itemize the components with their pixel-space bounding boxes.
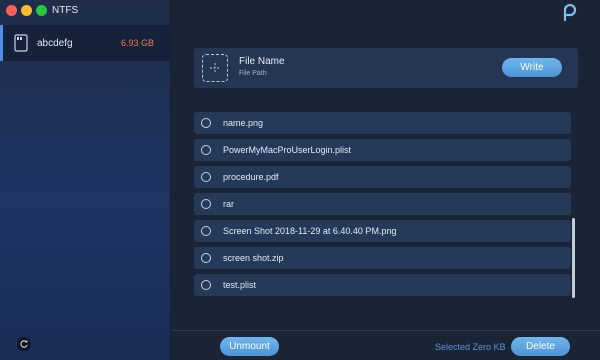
select-radio[interactable] — [201, 280, 211, 290]
drive-icon — [14, 34, 28, 52]
zoom-window-button[interactable] — [36, 5, 47, 16]
app-logo-icon[interactable] — [562, 4, 578, 22]
file-item-name: Screen Shot 2018-11-29 at 6.40.40 PM.png — [223, 226, 397, 236]
file-path-label: File Path — [239, 70, 267, 77]
add-file-icon — [210, 63, 220, 73]
select-radio[interactable] — [201, 145, 211, 155]
list-item[interactable]: PowerMyMacProUserLogin.plist — [194, 139, 571, 161]
file-item-name: test.plist — [223, 280, 257, 290]
file-item-name: name.png — [223, 118, 264, 128]
file-name-label: File Name — [239, 56, 285, 67]
refresh-button[interactable] — [17, 337, 31, 351]
minimize-window-button[interactable] — [21, 5, 32, 16]
file-item-name: PowerMyMacProUserLogin.plist — [223, 145, 352, 155]
drive-size: 6.93 GB — [120, 38, 154, 48]
refresh-icon — [20, 340, 28, 348]
list-item[interactable]: screen shot.zip — [194, 247, 571, 269]
main-panel: File Name File Path Write name.png Power… — [172, 0, 600, 360]
title-bar: NTFS — [0, 0, 171, 24]
list-item[interactable]: Screen Shot 2018-11-29 at 6.40.40 PM.png — [194, 220, 571, 242]
select-radio[interactable] — [201, 172, 211, 182]
unmount-button[interactable]: Unmount — [220, 337, 279, 356]
file-list: name.png PowerMyMacProUserLogin.plist pr… — [194, 112, 571, 308]
drive-name: abcdefg — [37, 37, 73, 49]
delete-button[interactable]: Delete — [511, 337, 570, 356]
file-item-name: procedure.pdf — [223, 172, 279, 182]
select-radio[interactable] — [201, 226, 211, 236]
file-item-name: rar — [223, 199, 234, 209]
selected-size-status: Selected Zero KB — [435, 342, 506, 352]
select-radio[interactable] — [201, 199, 211, 209]
file-item-name: screen shot.zip — [223, 253, 284, 263]
write-button[interactable]: Write — [502, 58, 562, 77]
close-window-button[interactable] — [6, 5, 17, 16]
window-title: NTFS — [52, 5, 79, 16]
select-radio[interactable] — [201, 118, 211, 128]
bottom-bar: Unmount Selected Zero KB Delete — [172, 330, 600, 360]
sidebar: NTFS abcdefg 6.93 GB — [0, 0, 171, 360]
list-item[interactable]: name.png — [194, 112, 571, 134]
select-radio[interactable] — [201, 253, 211, 263]
list-item[interactable]: test.plist — [194, 274, 571, 296]
list-item[interactable]: rar — [194, 193, 571, 215]
write-panel: File Name File Path Write — [194, 48, 578, 88]
file-list-scrollbar[interactable] — [572, 218, 575, 298]
sidebar-item-drive[interactable]: abcdefg 6.93 GB — [0, 25, 171, 61]
dashed-file-placeholder-icon[interactable] — [202, 54, 228, 82]
list-item[interactable]: procedure.pdf — [194, 166, 571, 188]
